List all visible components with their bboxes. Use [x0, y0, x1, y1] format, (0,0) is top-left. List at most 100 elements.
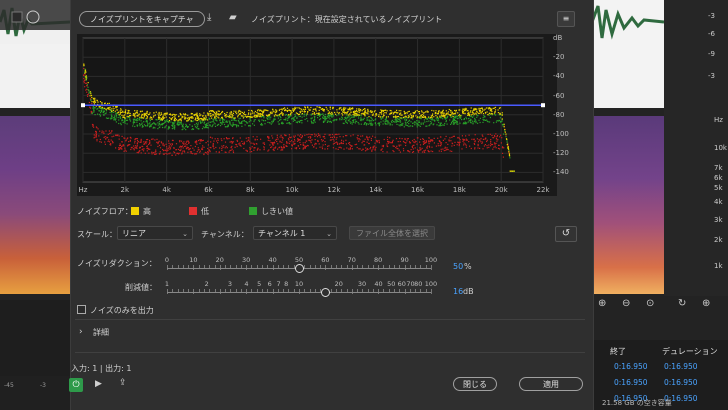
zoom-out-icon[interactable]: ⊖ [622, 298, 630, 309]
low-noise-floor-point [213, 140, 215, 142]
reduce-by-track[interactable] [167, 292, 431, 293]
high-noise-floor-point [343, 109, 345, 112]
low-noise-floor-point [360, 135, 362, 137]
table-cell: 0:16.950 [614, 362, 648, 371]
background-left-panel: -45 -3 [0, 0, 70, 410]
noise-reduction-value[interactable]: 50 [453, 262, 463, 271]
low-noise-floor-point [197, 149, 199, 151]
threshold-point [473, 115, 475, 117]
low-noise-floor-point [405, 144, 407, 147]
high-noise-floor-point [238, 109, 240, 112]
zoom-in-icon[interactable]: ⊕ [598, 298, 606, 309]
low-noise-floor-point [316, 136, 319, 138]
threshold-point [268, 122, 271, 124]
low-noise-floor-point [139, 150, 141, 152]
low-noise-floor-point [483, 145, 485, 147]
threshold-point [438, 121, 440, 123]
advanced-chevron-icon[interactable]: › [79, 327, 83, 337]
high-noise-floor-point [294, 109, 296, 111]
low-noise-floor-point [169, 143, 171, 145]
threshold-handle-left[interactable] [81, 103, 85, 108]
high-noise-floor-point [415, 115, 417, 117]
low-noise-floor-point [484, 144, 486, 146]
threshold-point [454, 122, 456, 124]
reset-icon[interactable]: ↺ [555, 226, 577, 242]
zoom-reset-icon[interactable]: ⊙ [646, 298, 654, 309]
low-noise-floor-point [439, 142, 441, 144]
high-noise-floor-point [374, 115, 376, 117]
low-noise-floor-point [112, 142, 114, 144]
play-icon[interactable]: ▶ [95, 379, 102, 389]
high-noise-floor-point [364, 110, 366, 112]
close-button[interactable]: 閉じる [453, 377, 497, 391]
capture-noiseprint-button[interactable]: ノイズプリントをキャプチャ [79, 11, 205, 27]
low-noise-floor-point [118, 138, 120, 140]
high-noise-floor-point [235, 110, 237, 112]
low-noise-floor-point [224, 151, 226, 153]
threshold-point [180, 121, 182, 123]
high-noise-floor-point [370, 110, 372, 112]
threshold-point [486, 120, 488, 122]
high-noise-floor-point [344, 113, 346, 115]
low-noise-floor-point [402, 148, 405, 150]
threshold-point [224, 119, 226, 121]
high-noise-floor-point [352, 111, 354, 113]
high-noise-floor-point [226, 115, 228, 117]
power-icon[interactable]: ⏻ [69, 378, 83, 392]
advanced-section-toggle[interactable]: 詳細 [93, 327, 109, 338]
threshold-point [408, 125, 410, 128]
threshold-point [280, 117, 282, 119]
noise-reduction-dialog: ノイズプリントをキャプチャ ⤓ ▰ ノイズプリント：現在設定されているノイズプリ… [69, 0, 594, 410]
threshold-point [98, 110, 100, 112]
low-noise-floor-point [299, 141, 301, 144]
threshold-point [347, 117, 349, 119]
channel-dropdown[interactable]: チャンネル 1 ⌄ [253, 226, 337, 240]
low-noise-floor-point [83, 74, 85, 76]
low-noise-floor-point [302, 148, 304, 150]
low-noise-floor-point [477, 145, 479, 147]
low-noise-floor-point [442, 139, 444, 141]
threshold-point [405, 118, 408, 121]
threshold-point [185, 123, 187, 125]
high-noise-floor-point [217, 110, 219, 112]
low-noise-floor-point [123, 150, 125, 152]
zoom-fit-icon[interactable]: ↻ [678, 298, 686, 309]
export-icon[interactable]: ⇪ [119, 378, 127, 388]
low-noise-floor-point [130, 137, 132, 139]
threshold-point [173, 126, 175, 128]
db-scale-label: -6 [708, 30, 715, 38]
noise-floor-graph[interactable]: Hz 2k 4k 6k 8k 10k 12k 14k 16k 18k 20k 22k [77, 34, 557, 196]
low-noise-floor-point [136, 140, 139, 142]
low-noise-floor-point [469, 145, 471, 147]
threshold-point [231, 125, 233, 127]
low-noise-floor-point [303, 147, 305, 149]
low-noise-floor-point [236, 145, 238, 148]
scale-dropdown[interactable]: リニア ⌄ [117, 226, 193, 240]
low-noise-floor-point [249, 151, 251, 153]
menu-icon[interactable]: ≡ [557, 11, 575, 27]
download-icon[interactable]: ⤓ [207, 12, 211, 23]
zoom-selection-icon[interactable]: ⊕ [702, 298, 710, 309]
apply-button[interactable]: 適用 [519, 377, 583, 391]
threshold-point [263, 117, 265, 119]
threshold-point [292, 117, 294, 119]
threshold-point [479, 121, 481, 124]
high-noise-floor-point [442, 112, 444, 114]
reduce-by-value[interactable]: 16 [453, 287, 463, 296]
folder-icon[interactable]: ▰ [229, 12, 237, 23]
low-noise-floor-point [407, 150, 409, 152]
noise-reduction-thumb[interactable] [295, 264, 304, 273]
high-noise-floor-point [231, 114, 233, 116]
select-entire-file-button[interactable]: ファイル全体を選択 [349, 226, 435, 240]
hz-scale-label: 2k [714, 236, 723, 244]
output-noise-only-checkbox[interactable] [77, 305, 86, 314]
low-noise-floor-point [375, 139, 377, 142]
reduce-by-thumb[interactable] [321, 288, 331, 297]
high-noise-floor-point [308, 109, 310, 111]
low-noise-floor-point [465, 135, 467, 137]
high-noise-floor-point [435, 115, 437, 117]
high-noise-floor-point [126, 115, 128, 117]
threshold-point [350, 115, 352, 117]
low-noise-floor-point [362, 148, 364, 150]
threshold-point [393, 121, 395, 123]
